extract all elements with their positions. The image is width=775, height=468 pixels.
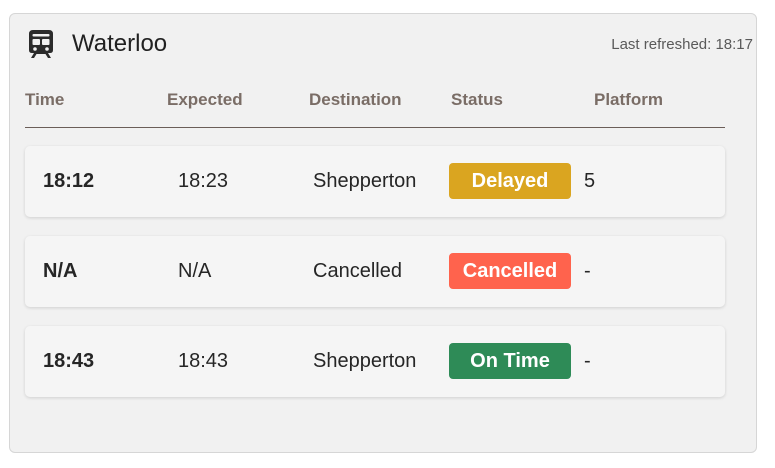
departure-row[interactable]: 18:12 18:23 Shepperton Delayed 5 bbox=[25, 146, 725, 217]
destination: Cancelled bbox=[313, 260, 402, 282]
column-header-destination: Destination bbox=[309, 90, 402, 109]
table-header: Time Expected Destination Status Platfor… bbox=[25, 90, 725, 116]
column-header-status: Status bbox=[451, 90, 503, 109]
status-badge: Delayed bbox=[449, 163, 571, 199]
last-refreshed-text: Last refreshed: 18:17 bbox=[611, 35, 753, 53]
train-icon bbox=[29, 30, 53, 58]
platform: - bbox=[584, 350, 591, 372]
departure-time: 18:43 bbox=[43, 350, 95, 372]
departure-row[interactable]: 18:43 18:43 Shepperton On Time - bbox=[25, 326, 725, 397]
destination: Shepperton bbox=[313, 170, 417, 192]
departure-row[interactable]: N/A N/A Cancelled Cancelled - bbox=[25, 236, 725, 307]
station-title: Waterloo bbox=[72, 30, 168, 57]
title-group: Waterloo bbox=[28, 29, 167, 59]
departure-time: 18:12 bbox=[43, 170, 95, 192]
departure-time: N/A bbox=[43, 260, 78, 282]
column-header-expected: Expected bbox=[167, 90, 243, 109]
platform: 5 bbox=[584, 170, 596, 192]
status-badge: On Time bbox=[449, 343, 571, 379]
column-header-time: Time bbox=[25, 90, 65, 109]
platform: - bbox=[584, 260, 591, 282]
destination: Shepperton bbox=[313, 350, 417, 372]
expected-time: N/A bbox=[178, 260, 212, 282]
header-divider bbox=[25, 127, 725, 128]
expected-time: 18:23 bbox=[178, 170, 229, 192]
expected-time: 18:43 bbox=[178, 350, 229, 372]
status-badge: Cancelled bbox=[449, 253, 571, 289]
column-header-platform: Platform bbox=[594, 90, 663, 109]
departures-header: Waterloo Last refreshed: 18:17 bbox=[28, 28, 753, 60]
